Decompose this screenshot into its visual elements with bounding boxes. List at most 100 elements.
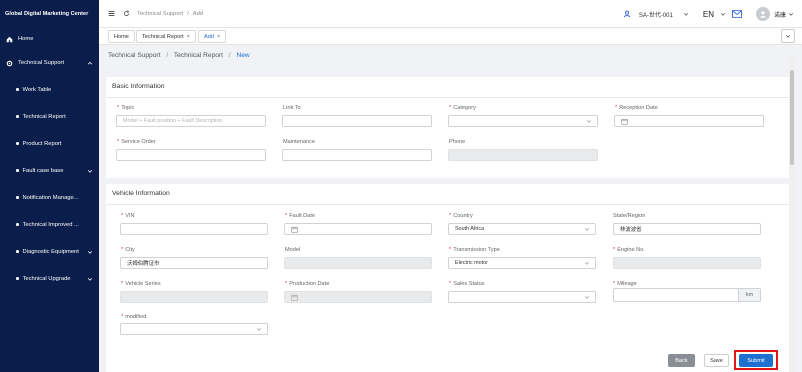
- chevron-down-icon: [586, 120, 592, 123]
- tab-add[interactable]: Add ×: [198, 30, 227, 43]
- app-title: Global Digital Marketing Center: [5, 11, 89, 17]
- submit-highlight-box: [734, 350, 778, 370]
- breadcrumb: Technical Support / Technical Report / N…: [108, 52, 250, 59]
- tab-technical-report[interactable]: Technical Report ×: [136, 30, 196, 43]
- mileage-unit: km: [738, 289, 760, 301]
- chevron-down-icon[interactable]: [683, 11, 689, 17]
- transmission-type-select[interactable]: Electric motor: [448, 257, 596, 269]
- sidebar-item-product-report[interactable]: Product Report: [0, 130, 99, 157]
- sidebar: Global Digital Marketing Center Home Tec…: [0, 0, 99, 372]
- country-select[interactable]: South Africa: [448, 223, 596, 235]
- topic-placeholder: Model + Fault position + Fault Descripti…: [123, 118, 223, 124]
- bullet-icon: [16, 196, 19, 199]
- tabs-more-button[interactable]: [781, 29, 795, 43]
- city-label: * City: [121, 247, 135, 253]
- mileage-input[interactable]: km: [613, 288, 761, 302]
- modified-select[interactable]: [120, 323, 268, 335]
- tab-bar: Home Technical Report × Add ×: [99, 28, 802, 45]
- sidebar-item-technical-improved[interactable]: Technical Improved ...: [0, 211, 99, 238]
- bullet-icon: [16, 277, 19, 280]
- chevron-down-icon: [785, 35, 791, 38]
- sidebar-item-home[interactable]: Home: [0, 28, 99, 50]
- sidebar-item-label: Fault case base: [22, 167, 64, 174]
- gear-icon: [6, 60, 13, 67]
- mail-icon[interactable]: [731, 10, 742, 18]
- tab-label: Home: [114, 33, 129, 40]
- chevron-down-icon: [584, 296, 590, 299]
- sidebar-item-fault-case-base[interactable]: Fault case base: [0, 157, 99, 184]
- sidebar-item-work-table[interactable]: Work Table: [0, 76, 99, 103]
- chevron-down-icon[interactable]: [720, 11, 726, 17]
- chevron-down-icon: [87, 250, 93, 254]
- topic-label: * Topic: [117, 105, 135, 111]
- calendar-icon: [621, 118, 628, 125]
- section-title: Basic Information: [112, 83, 165, 90]
- scrollbar[interactable]: [789, 52, 795, 372]
- fault-date-label: * Fault Date: [285, 213, 315, 219]
- sidebar-item-technical-support[interactable]: Technical Support: [0, 50, 99, 76]
- breadcrumb-separator: /: [228, 52, 231, 59]
- close-icon[interactable]: ×: [187, 34, 190, 40]
- divider: [106, 97, 790, 98]
- service-order-label: * Service Order: [117, 139, 156, 145]
- vehicle-information-section: Vehicle Information * VIN * Fault Date * Co…: [106, 184, 790, 372]
- link-to-label: Link To: [283, 105, 301, 111]
- home-icon: [6, 36, 13, 43]
- refresh-icon[interactable]: [122, 9, 131, 18]
- divider: [106, 204, 790, 205]
- tab-home[interactable]: Home: [108, 30, 135, 43]
- fault-date-picker[interactable]: [284, 223, 432, 235]
- section-title: Vehicle Information: [112, 190, 170, 197]
- breadcrumb-item[interactable]: Technical Report: [174, 52, 223, 59]
- back-button[interactable]: Back: [668, 354, 695, 367]
- reception-date-picker[interactable]: [614, 115, 764, 127]
- category-select[interactable]: [448, 115, 598, 127]
- calendar-icon: [291, 294, 298, 301]
- category-label: * Category: [449, 105, 476, 111]
- menu-toggle-icon[interactable]: [107, 9, 116, 18]
- chevron-down-icon: [584, 262, 590, 265]
- sidebar-item-label: Technical Support: [18, 60, 65, 66]
- maintenance-input[interactable]: [282, 149, 432, 161]
- org-selector[interactable]: SA-世代-001: [639, 10, 673, 19]
- bullet-icon: [16, 250, 19, 253]
- sidebar-item-diagnostic-equipment[interactable]: Diagnostic Equipment: [0, 238, 99, 265]
- breadcrumb-item[interactable]: Technical Support: [108, 52, 160, 59]
- topic-input[interactable]: Model + Fault position + Fault Descripti…: [116, 115, 266, 127]
- country-value: South Africa: [455, 226, 485, 232]
- scrollbar-thumb[interactable]: [790, 70, 794, 165]
- production-date-label: * Production Date: [285, 281, 330, 287]
- breadcrumb-separator: /: [166, 52, 169, 59]
- language-selector[interactable]: EN: [703, 10, 714, 19]
- sidebar-item-label: Work Table: [22, 86, 52, 93]
- chevron-down-icon[interactable]: [788, 11, 794, 17]
- model-label: Model: [285, 247, 301, 253]
- header-breadcrumb-2: Add: [192, 10, 204, 17]
- state-region-input[interactable]: 林波波省: [613, 223, 761, 235]
- maintenance-label: Maintenance: [283, 139, 316, 145]
- avatar[interactable]: [755, 7, 770, 21]
- tab-label: Add: [204, 33, 214, 40]
- modified-label: * modified: [121, 314, 147, 320]
- transmission-type-label: * Transmission Type: [449, 247, 500, 253]
- user-name[interactable]: 诺康: [774, 10, 786, 19]
- chevron-down-icon: [87, 169, 93, 173]
- service-order-input[interactable]: [116, 149, 266, 161]
- sidebar-item-technical-report[interactable]: Technical Report: [0, 103, 99, 130]
- link-to-input[interactable]: [282, 115, 432, 127]
- header-breadcrumb-1[interactable]: Technical Support: [137, 11, 183, 17]
- close-icon[interactable]: ×: [217, 34, 220, 40]
- sidebar-item-label: Technical Upgrade: [22, 275, 71, 282]
- sidebar-item-label: Technical Report: [22, 113, 66, 120]
- save-button[interactable]: Save: [704, 354, 729, 367]
- header-breadcrumb-separator: /: [187, 10, 189, 17]
- city-input[interactable]: 沃姆伯腾证市: [120, 257, 268, 269]
- sales-status-select[interactable]: [448, 291, 596, 303]
- chevron-down-icon: [87, 277, 93, 281]
- vin-label: * VIN: [121, 213, 135, 219]
- vin-input[interactable]: [120, 223, 268, 235]
- sidebar-item-notification-management[interactable]: Notification Manage...: [0, 184, 99, 211]
- model-input: [284, 257, 432, 269]
- sidebar-item-technical-upgrade[interactable]: Technical Upgrade: [0, 265, 99, 292]
- production-date-picker: [284, 291, 432, 303]
